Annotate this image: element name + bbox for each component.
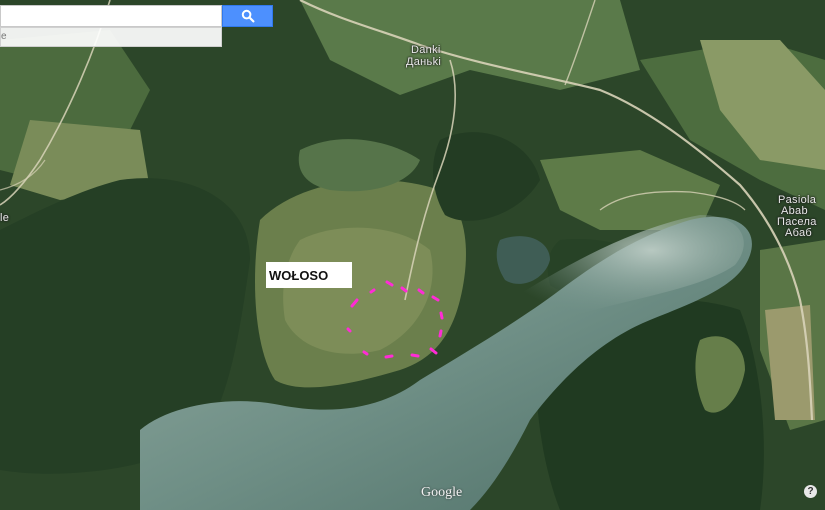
marker-label-woloso[interactable]: WOŁOSO [266, 262, 352, 288]
place-label-left-edge: le [0, 212, 10, 224]
place-label-danki: Danki [411, 44, 441, 56]
satellite-map[interactable] [0, 0, 825, 510]
suggestion-hint: e [1, 31, 7, 42]
search-input[interactable] [1, 6, 221, 26]
search-box [0, 5, 222, 27]
search-suggestion-strip[interactable]: e [0, 27, 222, 47]
search-icon [241, 9, 254, 23]
place-label-danki-cyrillic: Даньki [406, 56, 442, 68]
help-button[interactable]: ? [804, 485, 817, 498]
search-button[interactable] [222, 5, 273, 27]
place-label-pasiola-4: Абаб [785, 227, 813, 239]
google-logo: Google [421, 485, 463, 500]
